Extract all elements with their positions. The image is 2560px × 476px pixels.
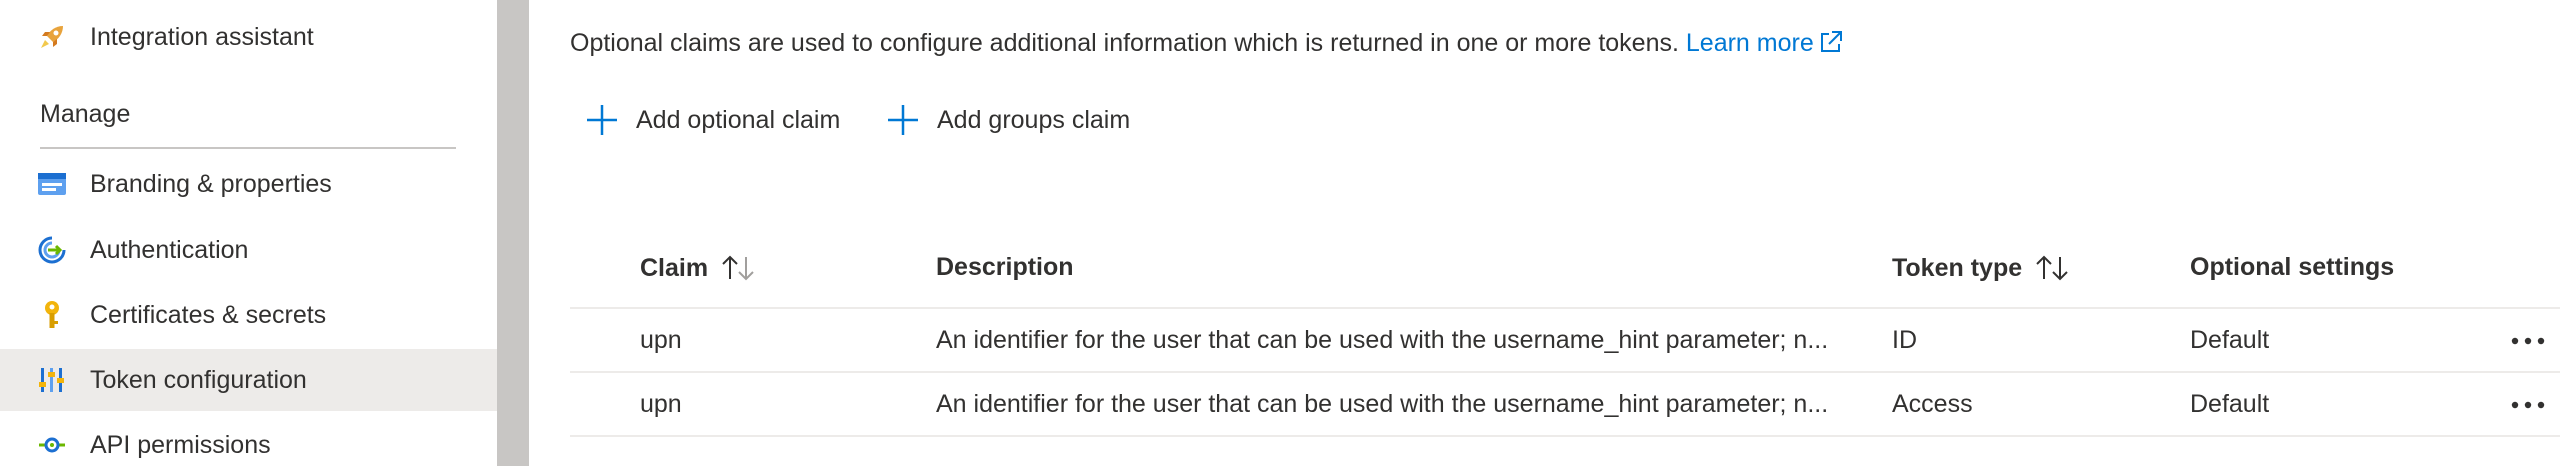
table-row[interactable]: upn An identifier for the user that can … — [570, 373, 2560, 435]
token-type-cell: ID — [1892, 326, 1917, 354]
intro-text: Optional claims are used to configure ad… — [570, 29, 1844, 62]
token-config-icon — [36, 364, 68, 396]
sidebar-item-authentication[interactable]: Authentication — [0, 219, 497, 281]
sidebar-item-label: Branding & properties — [90, 169, 332, 198]
plus-icon — [584, 102, 620, 138]
add-optional-claim-button[interactable]: Add optional claim — [584, 98, 840, 142]
authentication-icon — [36, 234, 68, 266]
plus-icon — [885, 102, 921, 138]
sidebar-item-label: API permissions — [90, 430, 271, 459]
column-header-token-type[interactable]: Token type — [1892, 253, 2070, 283]
sidebar-item-integration-assistant[interactable]: Integration assistant — [0, 6, 497, 68]
sidebar-item-api-permissions[interactable]: API permissions — [0, 414, 497, 476]
branding-icon — [36, 168, 68, 200]
column-header-claim[interactable]: Claim — [640, 253, 756, 283]
column-header-claim-label: Claim — [640, 253, 709, 282]
column-header-optional-settings[interactable]: Optional settings — [2190, 253, 2394, 282]
column-header-description[interactable]: Description — [936, 253, 1074, 282]
sort-icon[interactable] — [2034, 253, 2070, 283]
section-divider — [40, 147, 456, 149]
add-groups-claim-button[interactable]: Add groups claim — [885, 98, 1130, 142]
learn-more-label: Learn more — [1685, 29, 1814, 57]
optional-settings-cell: Default — [2190, 326, 2270, 354]
sidebar: Integration assistant Manage Branding & … — [0, 0, 497, 466]
key-icon — [36, 299, 68, 331]
more-options-icon[interactable] — [2506, 319, 2550, 363]
learn-more-link[interactable]: Learn more — [1686, 29, 1844, 57]
sidebar-item-certificates-secrets[interactable]: Certificates & secrets — [0, 284, 497, 346]
column-header-description-label: Description — [936, 253, 1074, 281]
section-header-manage: Manage — [40, 100, 131, 128]
sidebar-item-token-configuration[interactable]: Token configuration — [0, 349, 497, 411]
table-row[interactable]: upn An identifier for the user that can … — [570, 309, 2560, 371]
sort-ascending-icon[interactable] — [720, 253, 756, 283]
more-options-icon[interactable] — [2506, 383, 2550, 427]
column-header-token-type-label: Token type — [1892, 253, 2023, 282]
optional-settings-cell: Default — [2190, 390, 2270, 418]
description-cell: An identifier for the user that can be u… — [936, 326, 1829, 354]
sidebar-item-label: Certificates & secrets — [90, 300, 327, 329]
external-link-icon — [1818, 29, 1844, 62]
add-groups-claim-label: Add groups claim — [937, 105, 1131, 134]
rocket-icon — [36, 21, 68, 53]
sidebar-splitter[interactable] — [497, 0, 529, 466]
api-permissions-icon — [36, 429, 68, 461]
row-divider — [570, 435, 2560, 437]
intro-description: Optional claims are used to configure ad… — [570, 29, 1679, 57]
add-optional-claim-label: Add optional claim — [636, 105, 841, 134]
sidebar-item-label: Authentication — [90, 235, 249, 264]
sidebar-item-label: Token configuration — [90, 365, 307, 394]
main-content: Optional claims are used to configure ad… — [529, 0, 2560, 466]
token-type-cell: Access — [1892, 390, 1973, 418]
claim-cell: upn — [640, 326, 682, 354]
sidebar-item-branding[interactable]: Branding & properties — [0, 153, 497, 215]
column-header-optional-settings-label: Optional settings — [2190, 253, 2395, 281]
claim-cell: upn — [640, 390, 682, 418]
sidebar-item-label: Integration assistant — [90, 22, 314, 51]
description-cell: An identifier for the user that can be u… — [936, 390, 1829, 418]
